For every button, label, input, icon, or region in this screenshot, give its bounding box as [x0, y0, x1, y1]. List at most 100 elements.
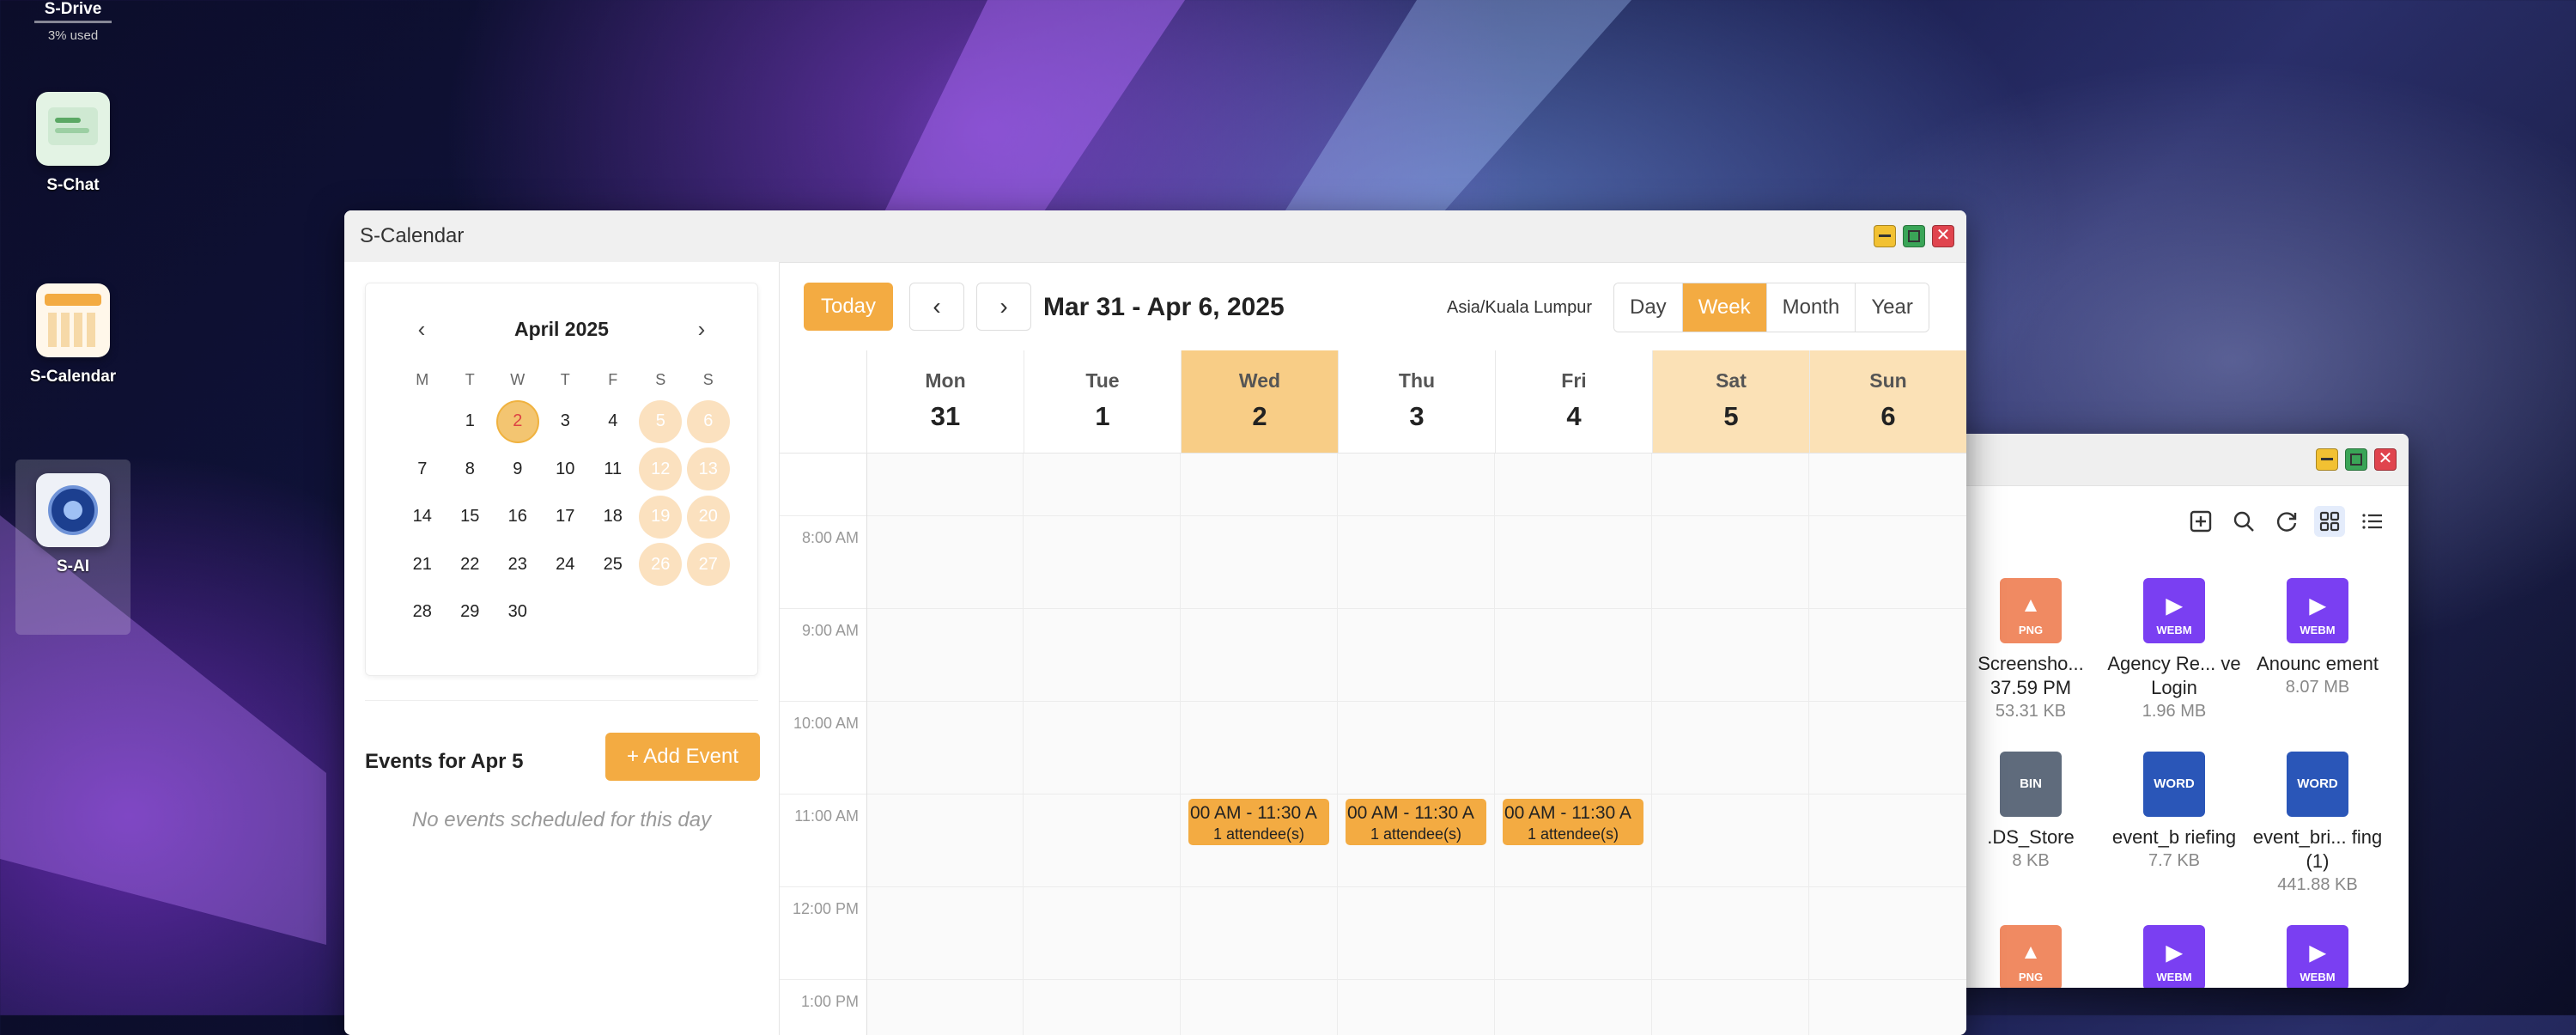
mini-day[interactable]: 20	[684, 493, 732, 541]
mini-day[interactable]: 19	[637, 493, 685, 541]
png-file-icon: ▲ PNG	[2000, 578, 2062, 643]
day-header-fri[interactable]: Fri 4	[1496, 350, 1653, 453]
time-grid[interactable]: 8:00 AM 9:00 AM 10:00 AM 11:00 AM 12:00 …	[780, 454, 1966, 1035]
mini-day-empty	[542, 588, 590, 636]
event-block[interactable]: 00 AM - 11:30 A 1 attendee(s)	[1346, 799, 1486, 845]
column-divider	[1808, 454, 1809, 1035]
mini-day[interactable]: 5	[637, 398, 685, 446]
mini-day[interactable]: 21	[398, 541, 447, 589]
desktop-icon-ai[interactable]: S-AI	[15, 460, 131, 635]
file-item[interactable]: ▶ WEBM Anounc ement 8.07 MB	[2249, 578, 2386, 697]
mini-day[interactable]: 26	[637, 541, 685, 589]
close-button[interactable]: ✕	[2374, 448, 2397, 471]
add-event-button[interactable]: + Add Event	[605, 733, 760, 781]
mini-day[interactable]: 8	[447, 446, 495, 494]
new-file-icon[interactable]	[2185, 506, 2216, 537]
file-item[interactable]: ▶ WEBM	[2105, 925, 2243, 988]
maximize-button[interactable]	[1903, 225, 1925, 247]
mini-day[interactable]: 6	[684, 398, 732, 446]
file-item[interactable]: ▲ PNG	[1962, 925, 2099, 988]
mini-day[interactable]: 18	[589, 493, 637, 541]
drive-widget[interactable]: S-Drive 3% used	[17, 0, 129, 43]
mini-day[interactable]: 7	[398, 446, 447, 494]
mini-next-month-icon[interactable]: ›	[689, 316, 714, 343]
event-block[interactable]: 00 AM - 11:30 A 1 attendee(s)	[1503, 799, 1643, 845]
mini-day[interactable]: 4	[589, 398, 637, 446]
column-divider	[866, 454, 867, 1035]
hour-row	[780, 701, 1966, 795]
mini-day[interactable]: 25	[589, 541, 637, 589]
mini-day[interactable]: 22	[447, 541, 495, 589]
hour-label: 10:00 AM	[793, 715, 859, 732]
mini-day[interactable]: 28	[398, 588, 447, 636]
column-divider	[1494, 454, 1495, 1035]
file-name: event_b riefing	[2111, 826, 2237, 848]
desktop-icon-chat[interactable]: S-Chat	[17, 92, 129, 195]
day-header-sun[interactable]: Sun 6	[1810, 350, 1966, 453]
window-title: S-Calendar	[360, 224, 465, 247]
mini-day-empty	[684, 588, 732, 636]
mini-day[interactable]: 13	[684, 446, 732, 494]
view-month-button[interactable]: Month	[1766, 283, 1856, 332]
view-week-button[interactable]: Week	[1682, 283, 1767, 332]
mini-day[interactable]: 16	[494, 493, 542, 541]
mini-weekday-header: M T W T F S S	[398, 371, 732, 389]
mini-day[interactable]: 2	[494, 398, 542, 446]
file-item[interactable]: WORD event_bri... fing (1) 441.88 KB	[2249, 752, 2386, 895]
view-year-button[interactable]: Year	[1856, 283, 1929, 332]
file-item[interactable]: ▶ WEBM Agency Re... ve Login 1.96 MB	[2105, 578, 2243, 721]
mini-day[interactable]: 23	[494, 541, 542, 589]
mini-day[interactable]: 12	[637, 446, 685, 494]
mini-day[interactable]: 15	[447, 493, 495, 541]
list-view-icon[interactable]	[2357, 506, 2388, 537]
refresh-icon[interactable]	[2271, 506, 2302, 537]
file-toolbar	[2185, 506, 2388, 537]
chevron-right-icon: ›	[999, 293, 1008, 320]
chevron-left-icon: ‹	[933, 293, 941, 320]
minimize-button[interactable]	[1874, 225, 1896, 247]
day-header-sat[interactable]: Sat 5	[1653, 350, 1810, 453]
weekday-label: S	[702, 371, 714, 388]
day-header-wed[interactable]: Wed 2	[1182, 350, 1339, 453]
weekday-label: W	[510, 371, 526, 388]
close-button[interactable]: ✕	[1932, 225, 1954, 247]
video-file-icon: ▶ WEBM	[2287, 578, 2348, 643]
file-manager-titlebar[interactable]: ✕	[1936, 434, 2409, 486]
maximize-button[interactable]	[2345, 448, 2367, 471]
mini-day[interactable]: 14	[398, 493, 447, 541]
mini-day[interactable]: 27	[684, 541, 732, 589]
mini-day-empty	[637, 588, 685, 636]
mini-calendar-days: 1 2 3 4 5 6 7 8 9 10 11 12 13 14 15 16 17 18 19 20 21 22 23 24 2…	[398, 398, 732, 636]
timezone-label: Asia/Kuala Lumpur	[1447, 298, 1592, 317]
day-header-mon[interactable]: Mon 31	[867, 350, 1024, 453]
mini-day[interactable]: 9	[494, 446, 542, 494]
file-item[interactable]: BIN .DS_Store 8 KB	[1962, 752, 2099, 871]
mini-day[interactable]: 1	[447, 398, 495, 446]
file-item[interactable]: ▲ PNG Screensho... 37.59 PM 53.31 KB	[1962, 578, 2099, 721]
calendar-app-icon	[36, 283, 110, 357]
mini-day[interactable]: 11	[589, 446, 637, 494]
next-week-button[interactable]: ›	[976, 283, 1031, 331]
mini-day[interactable]: 30	[494, 588, 542, 636]
mini-day[interactable]: 17	[542, 493, 590, 541]
file-item[interactable]: ▶ WEBM	[2249, 925, 2386, 988]
mini-day[interactable]: 24	[542, 541, 590, 589]
file-size: 53.31 KB	[1995, 702, 2067, 721]
prev-week-button[interactable]: ‹	[909, 283, 964, 331]
desktop-icon-label: S-Chat	[46, 176, 100, 194]
today-button[interactable]: Today	[804, 283, 893, 331]
grid-view-icon[interactable]	[2314, 506, 2345, 537]
mini-day[interactable]: 29	[447, 588, 495, 636]
minimize-button[interactable]	[2316, 448, 2338, 471]
mini-day[interactable]: 10	[542, 446, 590, 494]
day-header-thu[interactable]: Thu 3	[1339, 350, 1496, 453]
search-icon[interactable]	[2228, 506, 2259, 537]
file-item[interactable]: WORD event_b riefing 7.7 KB	[2105, 752, 2243, 871]
view-day-button[interactable]: Day	[1614, 283, 1683, 332]
day-header-tue[interactable]: Tue 1	[1024, 350, 1182, 453]
mini-day-empty	[398, 398, 447, 446]
desktop-icon-calendar[interactable]: S-Calendar	[17, 283, 129, 387]
mini-day[interactable]: 3	[542, 398, 590, 446]
event-block[interactable]: 00 AM - 11:30 A 1 attendee(s)	[1188, 799, 1329, 845]
calendar-titlebar[interactable]: S-Calendar ✕	[344, 210, 1966, 263]
